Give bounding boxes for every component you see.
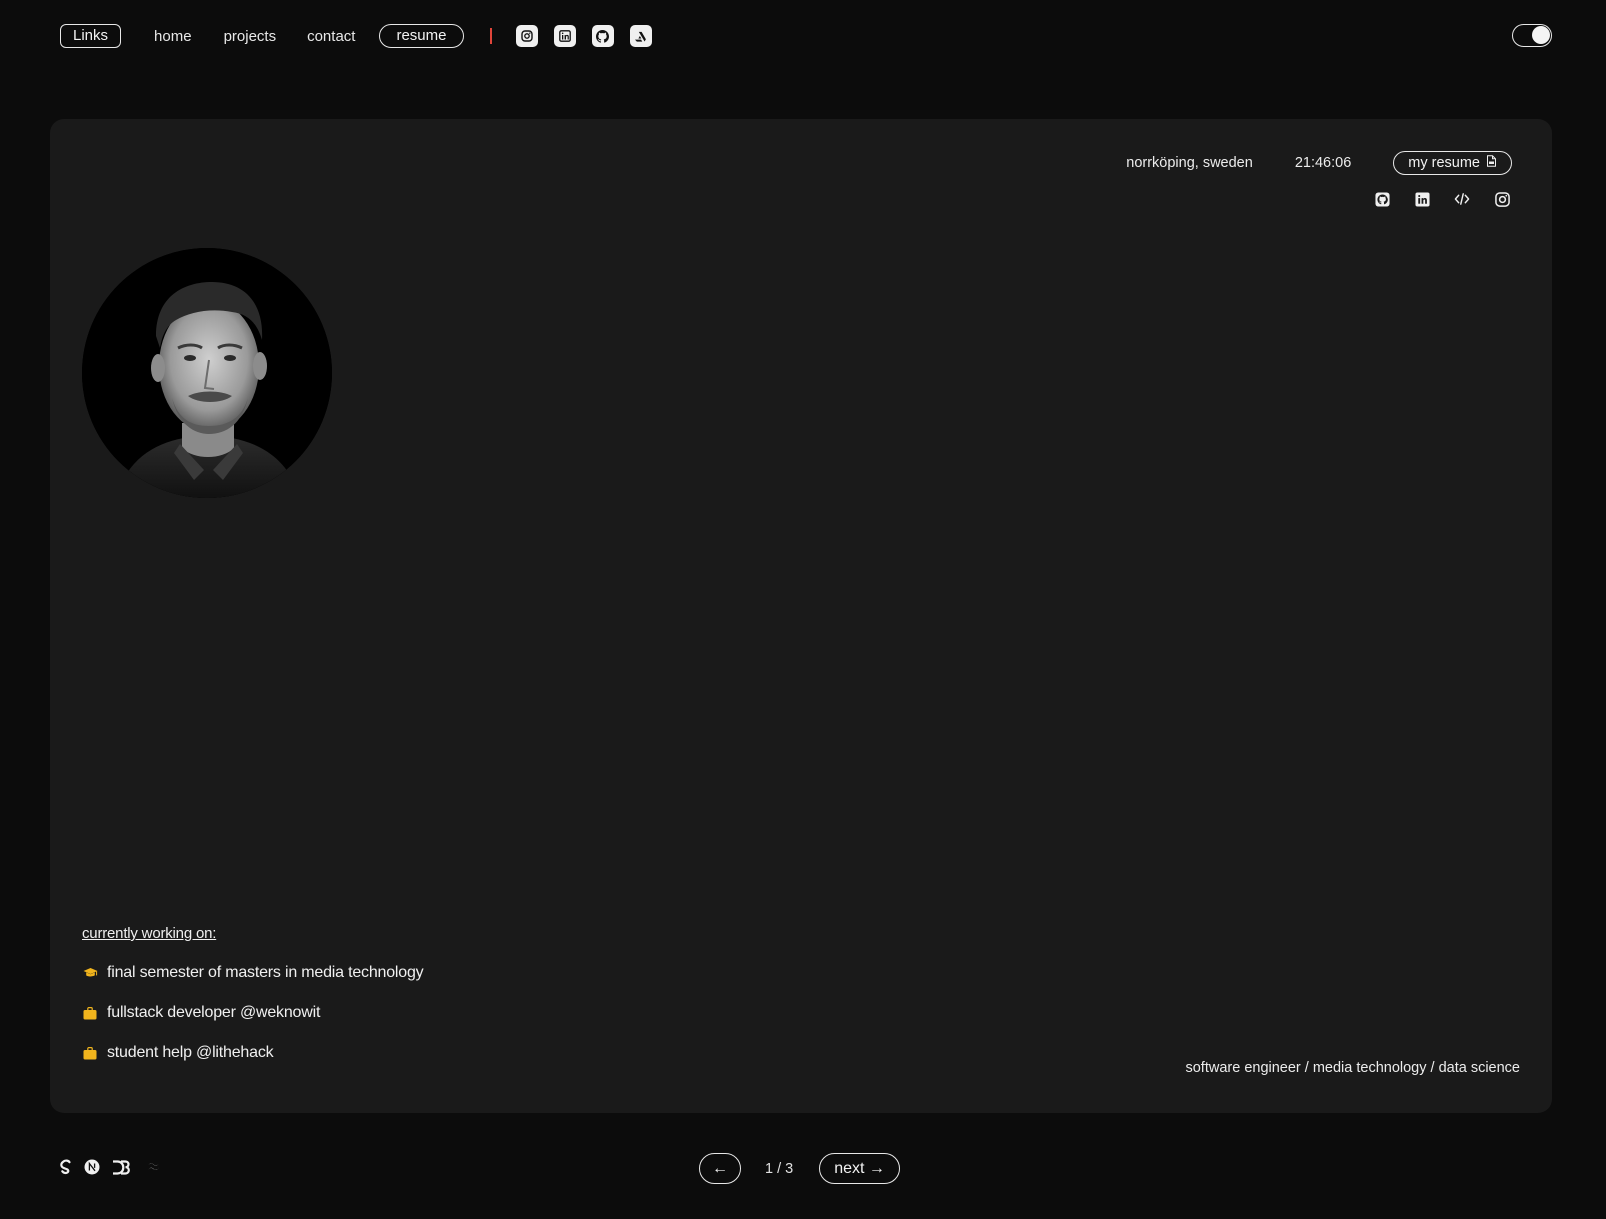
profile-photo bbox=[82, 248, 332, 498]
linkedin-icon[interactable] bbox=[553, 25, 576, 47]
pdf-file-icon bbox=[1486, 154, 1497, 172]
prev-page-button[interactable]: ← bbox=[699, 1153, 741, 1184]
linkedin-icon[interactable] bbox=[1414, 191, 1430, 207]
clock-text: 21:46:06 bbox=[1294, 155, 1352, 171]
briefcase-icon bbox=[82, 1005, 98, 1021]
top-navigation: Links home projects contact resume bbox=[60, 24, 1552, 48]
nav-projects[interactable]: projects bbox=[224, 28, 277, 45]
profile-avatar bbox=[82, 248, 332, 498]
github-icon[interactable] bbox=[591, 25, 614, 47]
next-page-button[interactable]: next → bbox=[819, 1153, 900, 1184]
my-resume-button[interactable]: my resume bbox=[1393, 151, 1512, 175]
working-item: final semester of masters in media techn… bbox=[82, 964, 424, 982]
d3-icon bbox=[112, 1159, 130, 1175]
svelte-icon bbox=[58, 1159, 72, 1175]
my-resume-label: my resume bbox=[1408, 155, 1480, 171]
instagram-icon[interactable] bbox=[515, 25, 538, 47]
tagline: software engineer / media technology / d… bbox=[1185, 1060, 1520, 1076]
code-icon[interactable] bbox=[1454, 191, 1470, 207]
artstation-icon[interactable] bbox=[629, 25, 652, 47]
working-item-text: final semester of masters in media techn… bbox=[107, 964, 424, 981]
pagination: ← 1 / 3 next → bbox=[699, 1153, 900, 1184]
tech-stack-icons bbox=[58, 1159, 162, 1175]
nav-resume-button[interactable]: resume bbox=[379, 24, 464, 48]
theme-toggle-knob bbox=[1532, 26, 1550, 44]
working-item-text: student help @lithehack bbox=[107, 1044, 274, 1061]
working-item: student help @lithehack bbox=[82, 1044, 424, 1062]
currently-working-section: currently working on: final semester of … bbox=[82, 925, 424, 1084]
nav-home[interactable]: home bbox=[154, 28, 192, 45]
briefcase-icon bbox=[82, 1045, 98, 1061]
working-item-text: fullstack developer @weknowit bbox=[107, 1004, 321, 1021]
links-button[interactable]: Links bbox=[60, 24, 122, 48]
graduation-cap-icon bbox=[82, 965, 98, 981]
working-item: fullstack developer @weknowit bbox=[82, 1004, 424, 1022]
instagram-icon[interactable] bbox=[1494, 191, 1510, 207]
page-counter: 1 / 3 bbox=[765, 1160, 794, 1177]
nextjs-icon bbox=[84, 1159, 100, 1175]
github-icon[interactable] bbox=[1374, 191, 1390, 207]
tailwind-icon bbox=[146, 1161, 162, 1173]
theme-toggle[interactable] bbox=[1512, 24, 1552, 47]
nav-contact[interactable]: contact bbox=[307, 28, 355, 45]
card-social-links bbox=[1374, 191, 1510, 207]
card-meta: norrköping, sweden 21:46:06 my resume bbox=[1126, 151, 1512, 175]
location-text: norrköping, sweden bbox=[1126, 155, 1253, 171]
main-card: norrköping, sweden 21:46:06 my resume cu… bbox=[50, 119, 1552, 1113]
nav-separator bbox=[489, 28, 492, 44]
working-heading: currently working on: bbox=[82, 925, 217, 942]
